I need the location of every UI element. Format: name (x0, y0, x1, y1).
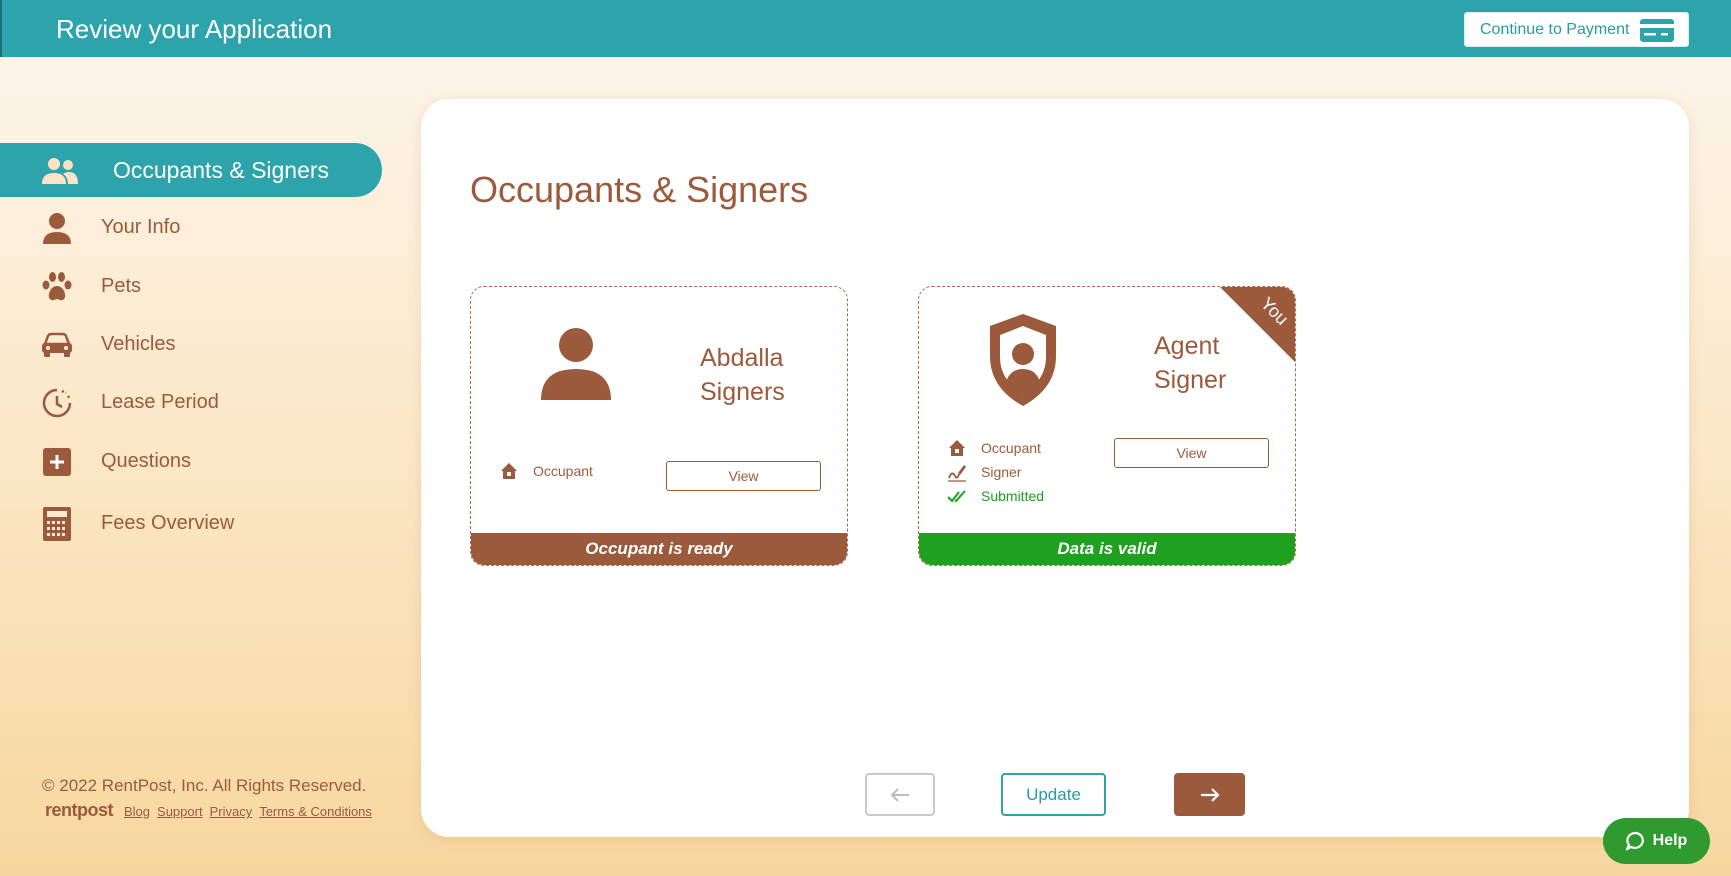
shield-person-icon (990, 314, 1056, 406)
signer-name: Agent Signer (1154, 329, 1226, 397)
sidebar-item-pets[interactable]: Pets (0, 266, 382, 306)
card-status-banner: Data is valid (919, 533, 1295, 565)
page-header-title: Review your Application (56, 14, 333, 44)
help-button[interactable]: Help (1603, 818, 1710, 864)
role-label: Occupant (981, 440, 1041, 456)
user-icon (43, 213, 71, 244)
paw-icon (42, 272, 72, 301)
footer-link-support[interactable]: Support (157, 804, 203, 819)
role-label: Occupant (533, 463, 593, 479)
signer-name-line1: Agent (1154, 332, 1220, 360)
you-ribbon (1220, 287, 1295, 362)
sidebar-item-questions[interactable]: Questions (0, 441, 382, 481)
footer-link-privacy[interactable]: Privacy (210, 804, 253, 819)
occupant-card: Abdalla Signers Occupant View Occupant i… (470, 286, 848, 566)
role-occupant: Occupant (947, 438, 1041, 458)
occupant-name-line2: Signers (700, 378, 785, 406)
footer-links: rentpost Blog Support Privacy Terms & Co… (45, 800, 372, 821)
footer-link-terms[interactable]: Terms & Conditions (259, 804, 372, 819)
sidebar-item-label: Questions (101, 450, 192, 472)
sidebar-item-occupants-signers[interactable]: Occupants & Signers (0, 143, 382, 197)
occupant-name-line1: Abdalla (700, 344, 784, 372)
role-label: Submitted (981, 488, 1045, 504)
view-button[interactable]: View (1114, 438, 1269, 468)
update-button[interactable]: Update (1001, 773, 1106, 816)
sidebar-item-label: Your Info (101, 216, 181, 238)
person-icon (541, 328, 611, 400)
sidebar-item-lease-period[interactable]: Lease Period (0, 382, 382, 422)
view-button[interactable]: View (666, 461, 821, 491)
sidebar-item-label: Fees Overview (101, 512, 235, 534)
section-title: Occupants & Signers (470, 169, 809, 210)
sidebar-item-label: Occupants & Signers (113, 157, 330, 183)
main-panel: Occupants & Signers Abdalla Signers Occu… (421, 99, 1689, 837)
clock-icon (42, 388, 72, 418)
sidebar-item-fees-overview[interactable]: Fees Overview (0, 503, 382, 543)
people-icon (42, 158, 78, 184)
role-label: Signer (981, 464, 1022, 480)
sidebar-item-your-info[interactable]: Your Info (0, 207, 382, 247)
house-icon (949, 440, 965, 456)
top-bar: Review your Application Continue to Paym… (0, 0, 1731, 57)
occupant-name: Abdalla Signers (700, 341, 785, 409)
car-icon (42, 332, 72, 357)
signer-name-line2: Signer (1154, 366, 1227, 394)
footer-link-blog[interactable]: Blog (124, 804, 150, 819)
plus-square-icon (43, 448, 71, 476)
signer-card: You Agent Signer Occupant Signer Submitt… (918, 286, 1296, 566)
continue-to-payment-label: Continue to Payment (1480, 20, 1630, 38)
signature-icon (948, 465, 966, 482)
credit-card-icon (1640, 19, 1674, 42)
role-occupant: Occupant (499, 461, 593, 481)
role-submitted: Submitted (947, 486, 1044, 506)
arrow-right-icon (1200, 787, 1220, 802)
previous-button[interactable] (865, 773, 935, 816)
rentpost-logo: rentpost (45, 800, 114, 820)
house-icon (501, 463, 517, 479)
arrow-left-icon (890, 787, 909, 802)
sidebar-item-label: Lease Period (101, 391, 219, 413)
sidebar-item-vehicles[interactable]: Vehicles (0, 324, 382, 364)
next-button[interactable] (1174, 773, 1245, 816)
chat-bubble-icon (1625, 831, 1644, 851)
copyright-text: © 2022 RentPost, Inc. All Rights Reserve… (42, 776, 367, 795)
role-signer: Signer (947, 462, 1021, 482)
help-label: Help (1652, 832, 1688, 849)
calculator-icon (43, 507, 71, 541)
card-status-banner: Occupant is ready (471, 533, 847, 565)
sidebar-item-label: Vehicles (101, 333, 176, 355)
continue-to-payment-button[interactable]: Continue to Payment (1464, 12, 1689, 47)
sidebar-item-label: Pets (101, 275, 142, 297)
double-check-icon (947, 490, 966, 503)
